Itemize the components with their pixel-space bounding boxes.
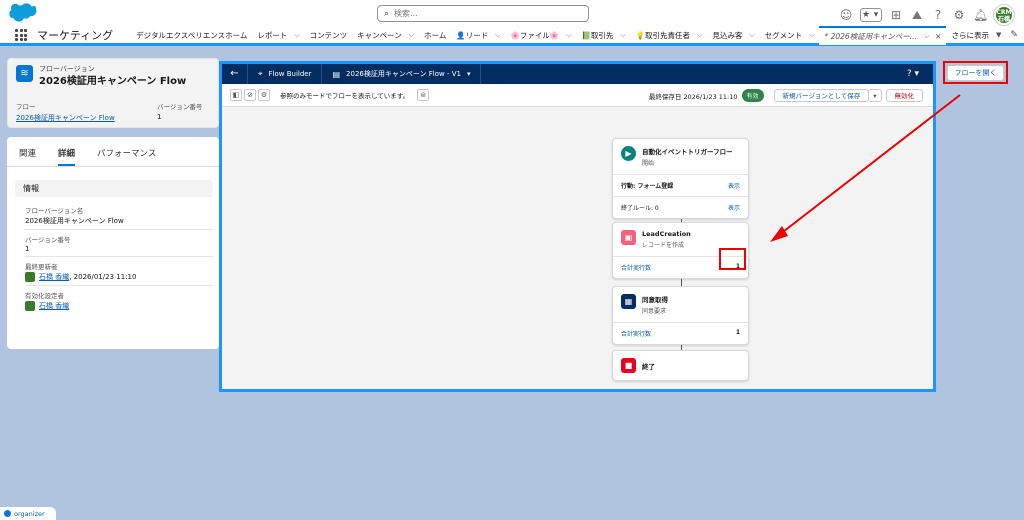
organizer-icon <box>4 510 11 517</box>
organizer-label: organizer <box>14 509 45 518</box>
annotation-arrow <box>770 94 961 242</box>
organizer-utility[interactable]: organizer <box>0 507 56 520</box>
